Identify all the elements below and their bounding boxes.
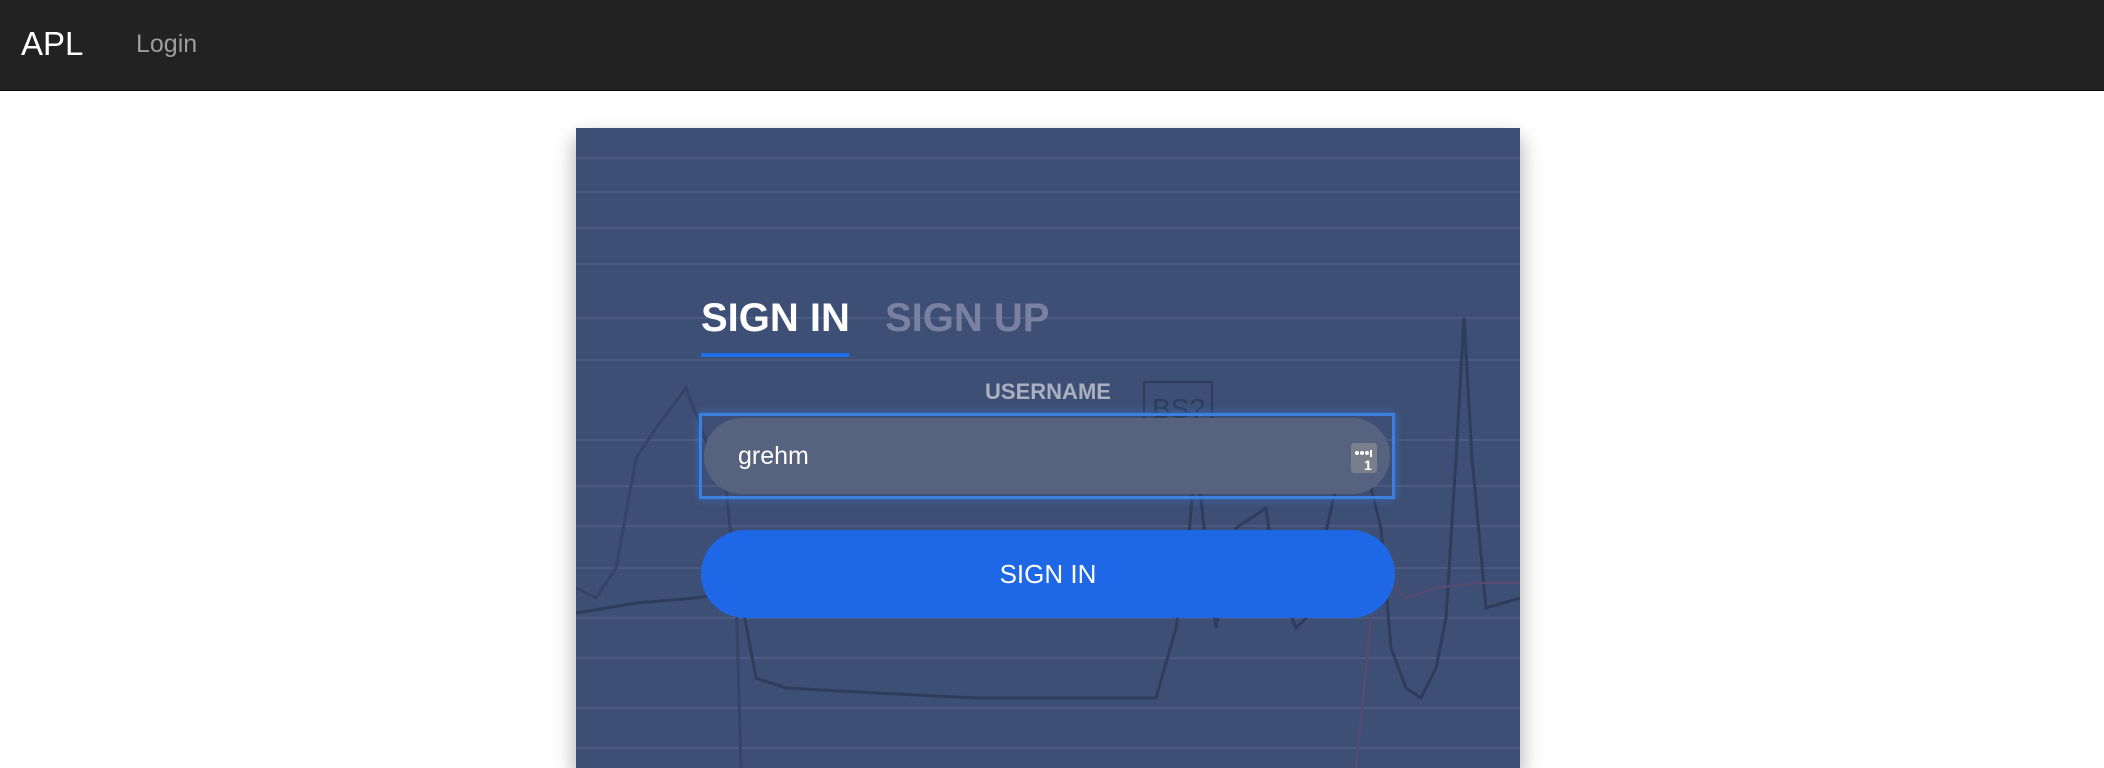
password-manager-badge: 1 bbox=[1364, 457, 1372, 473]
tab-sign-in[interactable]: SIGN IN bbox=[701, 290, 850, 346]
password-manager-icon[interactable]: 1 bbox=[1351, 443, 1377, 473]
auth-card: BS? SIGN IN SIGN UP USERNAME 1 SIGN IN bbox=[576, 128, 1520, 768]
nav-login-link[interactable]: Login bbox=[136, 24, 197, 64]
username-field-focus-ring: 1 bbox=[699, 413, 1395, 499]
sign-in-button[interactable]: SIGN IN bbox=[701, 530, 1395, 618]
username-input[interactable] bbox=[704, 418, 1390, 494]
brand-logo[interactable]: APL bbox=[21, 22, 83, 66]
active-tab-indicator bbox=[701, 353, 849, 357]
tab-sign-up[interactable]: SIGN UP bbox=[885, 290, 1049, 346]
username-label: USERNAME bbox=[985, 379, 1111, 404]
top-navbar: APL Login bbox=[0, 0, 2104, 91]
